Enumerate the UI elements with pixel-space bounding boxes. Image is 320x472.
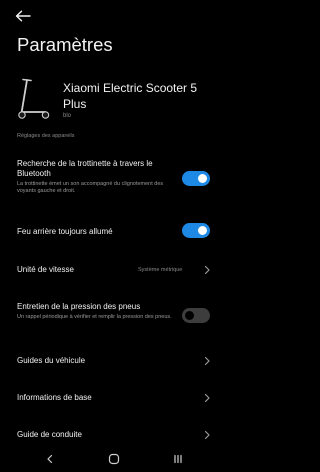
nav-recents-icon [174,454,182,464]
nav-back-icon [47,454,53,464]
tire-pressure-toggle[interactable] [182,308,210,323]
setting-row-riding-guide[interactable]: Guide de conduite [0,423,228,447]
chevron-right-icon [204,430,210,440]
setting-title: Feu arrière toujours allumé [17,227,113,236]
chevron-right-icon [204,265,210,275]
device-name: Xiaomi Electric Scooter 5 Plus [63,81,198,111]
page-title: Paramètres [17,34,113,55]
device-id: blo [63,113,72,119]
setting-row-bluetooth-search[interactable]: Recherche de la trottinette à travers le… [0,152,228,200]
system-nav-bar [0,448,228,472]
nav-recents-button[interactable] [170,451,186,467]
chevron-right-icon [204,393,210,403]
setting-title: Informations de base [17,393,92,402]
rear-light-toggle[interactable] [182,223,210,238]
chevron-right-icon [204,356,210,366]
toggle-knob [198,226,207,235]
nav-home-button[interactable] [106,451,122,467]
setting-subtitle: La trottinette émet un son accompagné du… [17,181,164,194]
setting-title: Guides du véhicule [17,356,86,365]
setting-title: Guide de conduite [17,430,82,439]
back-button[interactable] [12,6,34,26]
setting-row-rear-light[interactable]: Feu arrière toujours allumé [0,220,228,244]
setting-row-basic-info[interactable]: Informations de base [0,386,228,410]
speed-unit-value: Système métrique [138,267,183,273]
setting-subtitle: Un rappel périodique à vérifier et rempl… [17,314,172,320]
bluetooth-search-toggle[interactable] [182,171,210,186]
electric-scooter-image [18,76,50,120]
arrow-left-icon [15,10,31,22]
setting-title: Recherche de la trottinette à travers le… [17,159,153,178]
section-label: Réglages des appareils [17,133,75,139]
toggle-knob [198,174,207,183]
nav-home-icon [108,453,120,465]
setting-row-tire-pressure[interactable]: Entretien de la pression des pneus Un ra… [0,294,228,334]
setting-row-speed-unit[interactable]: Unité de vitesse Système métrique [0,258,228,282]
setting-title: Unité de vitesse [17,265,74,274]
setting-title: Entretien de la pression des pneus [17,302,141,311]
toggle-knob [185,311,194,320]
nav-back-button[interactable] [42,451,58,467]
setting-row-vehicle-guides[interactable]: Guides du véhicule [0,349,228,373]
